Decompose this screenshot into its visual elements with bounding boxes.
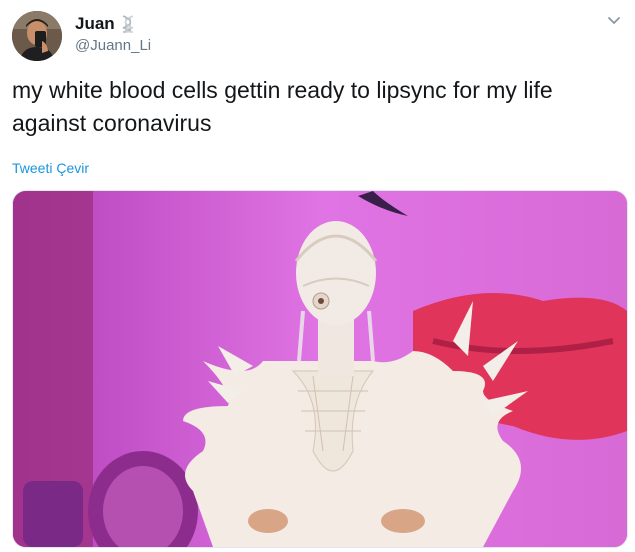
translate-tweet-link[interactable]: Tweeti Çevir (12, 160, 89, 176)
user-avatar[interactable] (12, 11, 62, 61)
avatar-image (12, 11, 62, 61)
dna-icon (120, 15, 136, 33)
photo-icon (13, 191, 627, 547)
user-handle[interactable]: @Juann_Li (75, 37, 151, 54)
tweet-text: my white blood cells gettin ready to lip… (12, 77, 553, 136)
tweet-media-image[interactable] (12, 190, 628, 548)
tweet-card: Juan @Juann_Li my white blood cells gett… (0, 0, 635, 552)
name-row: Juan (75, 14, 136, 34)
chevron-down-icon[interactable] (606, 12, 622, 28)
display-name[interactable]: Juan (75, 14, 115, 34)
